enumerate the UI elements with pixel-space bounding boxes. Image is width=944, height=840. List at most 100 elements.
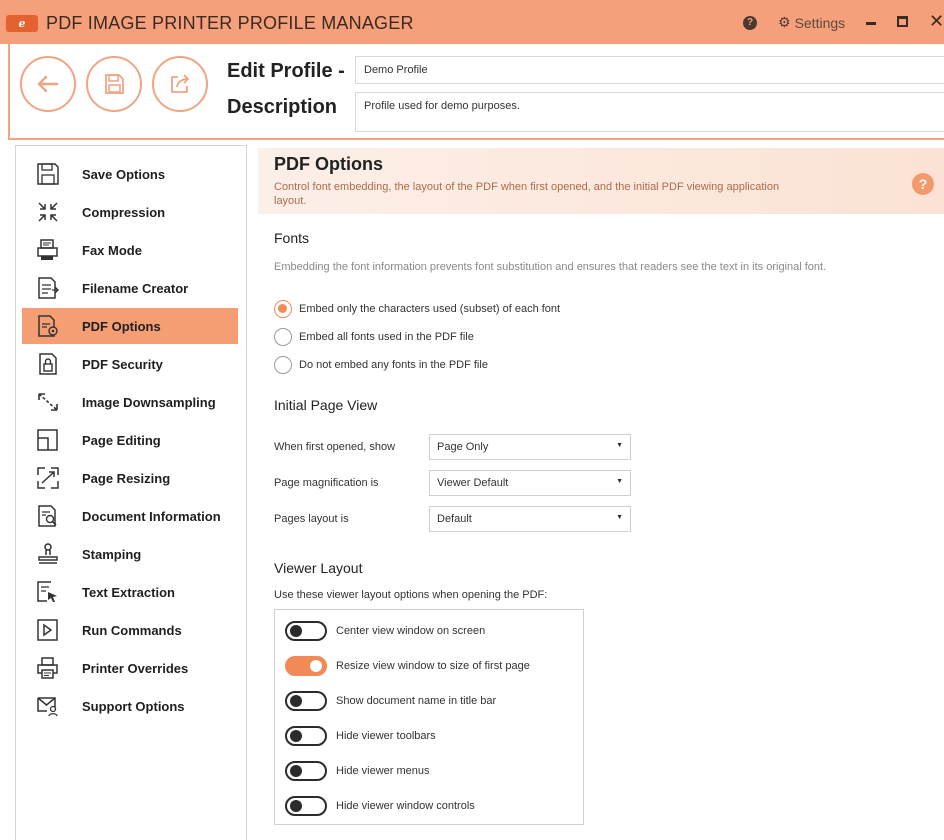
toggle-label: Hide viewer menus (336, 765, 430, 777)
sidebar-item-label: Stamping (82, 547, 142, 562)
radio-label: Embed only the characters used (subset) … (299, 303, 561, 315)
maximize-button[interactable] (897, 16, 908, 27)
toggle-resize-window[interactable]: Resize view window to size of first page (285, 655, 530, 677)
close-button[interactable]: ✕ (929, 11, 944, 31)
viewer-layout-title: Viewer Layout (274, 560, 363, 576)
toggle-hide-menus[interactable]: Hide viewer menus (285, 760, 430, 782)
arrow-left-icon (37, 75, 59, 93)
profile-name-input[interactable]: Demo Profile (355, 56, 944, 84)
radio-embed-none[interactable]: Do not embed any fonts in the PDF file (274, 354, 488, 376)
export-icon (171, 74, 189, 93)
fax-icon (37, 239, 58, 260)
sidebar-item-pdf-options[interactable]: PDF Options (22, 308, 238, 344)
floppy-icon (105, 74, 124, 94)
sidebar-item-text-extraction[interactable]: Text Extraction (22, 574, 238, 610)
back-button[interactable] (20, 56, 76, 112)
help-icon[interactable]: ? (912, 173, 934, 195)
magnification-label: Page magnification is (274, 477, 379, 489)
toggle-hide-toolbars[interactable]: Hide viewer toolbars (285, 725, 436, 747)
sidebar-item-save-options[interactable]: Save Options (22, 156, 238, 192)
toggle-show-doc-name[interactable]: Show document name in title bar (285, 690, 496, 712)
radio-embed-subset[interactable]: Embed only the characters used (subset) … (274, 298, 560, 320)
select-value: Page Only (437, 441, 489, 453)
toggle-label: Hide viewer toolbars (336, 730, 436, 742)
toggle-label: Resize view window to size of first page (336, 660, 530, 672)
pages-layout-label: Pages layout is (274, 513, 349, 525)
sidebar-nav: Save Options Compression Fax Mode Filena… (15, 145, 247, 840)
text-extract-icon (37, 581, 57, 602)
doc-info-icon (38, 505, 57, 527)
toggle-label: Hide viewer window controls (336, 800, 475, 812)
sidebar-item-image-downsampling[interactable]: Image Downsampling (22, 384, 238, 420)
sidebar-item-label: Page Editing (82, 433, 161, 448)
sidebar-item-page-resizing[interactable]: Page Resizing (22, 460, 238, 496)
viewer-layout-description: Use these viewer layout options when ope… (274, 589, 548, 601)
toggle-switch[interactable] (285, 761, 327, 781)
printer-icon (37, 657, 58, 679)
first-opened-label: When first opened, show (274, 441, 396, 453)
fonts-description: Embedding the font information prevents … (274, 261, 827, 273)
pdf-options-icon (38, 315, 58, 337)
sidebar-item-pdf-security[interactable]: PDF Security (22, 346, 238, 382)
radio-button[interactable] (274, 300, 292, 318)
chevron-down-icon: ▼ (616, 478, 623, 485)
sidebar-item-label: PDF Options (82, 319, 161, 334)
settings-button[interactable]: ⚙ Settings (778, 14, 845, 31)
stamp-icon (38, 543, 58, 564)
sidebar-item-label: PDF Security (82, 357, 163, 372)
toggle-switch[interactable] (285, 656, 327, 676)
radio-button[interactable] (274, 356, 292, 374)
viewer-layout-options: Center view window on screen Resize view… (274, 609, 584, 825)
sidebar-item-page-editing[interactable]: Page Editing (22, 422, 238, 458)
magnification-select[interactable]: Viewer Default ▼ (429, 470, 631, 496)
toggle-switch[interactable] (285, 621, 327, 641)
support-icon (37, 697, 58, 717)
sidebar-item-label: Page Resizing (82, 471, 171, 486)
initial-view-title: Initial Page View (274, 397, 378, 413)
sidebar-item-label: Compression (82, 205, 166, 220)
sidebar-item-document-information[interactable]: Document Information (22, 498, 238, 534)
toggle-switch[interactable] (285, 726, 327, 746)
sidebar-item-run-commands[interactable]: Run Commands (22, 612, 238, 648)
sidebar-item-label: Text Extraction (82, 585, 175, 600)
sidebar-item-label: Filename Creator (82, 281, 189, 296)
gear-icon: ⚙ (778, 14, 791, 30)
sidebar-item-compression[interactable]: Compression (22, 194, 238, 230)
toggle-hide-window-controls[interactable]: Hide viewer window controls (285, 795, 475, 817)
sidebar-item-label: Save Options (82, 167, 166, 182)
radio-button[interactable] (274, 328, 292, 346)
minimize-button[interactable] (866, 22, 876, 25)
sidebar-item-label: Support Options (82, 699, 185, 714)
app-title: PDF IMAGE PRINTER PROFILE MANAGER (46, 13, 414, 33)
toggle-label: Show document name in title bar (336, 695, 497, 707)
sidebar-item-stamping[interactable]: Stamping (22, 536, 238, 572)
toggle-switch[interactable] (285, 691, 327, 711)
sidebar-item-label: Printer Overrides (82, 661, 189, 676)
export-button[interactable] (152, 56, 208, 112)
pages-layout-select[interactable]: Default ▼ (429, 506, 631, 532)
select-value: Viewer Default (437, 477, 509, 489)
pdf-options-panel: PDF Options Control font embedding, the … (258, 140, 944, 840)
sidebar-item-label: Fax Mode (82, 243, 142, 258)
resize-icon (37, 467, 59, 489)
fonts-title: Fonts (274, 230, 310, 246)
chevron-down-icon: ▼ (616, 442, 623, 449)
sidebar-item-support-options[interactable]: Support Options (22, 688, 238, 724)
sidebar-item-fax-mode[interactable]: Fax Mode (22, 232, 238, 268)
radio-embed-all[interactable]: Embed all fonts used in the PDF file (274, 326, 474, 348)
description-input[interactable]: Profile used for demo purposes. (355, 92, 944, 132)
save-profile-button[interactable] (86, 56, 142, 112)
sidebar-item-filename-creator[interactable]: Filename Creator (22, 270, 238, 306)
section-header: PDF Options Control font embedding, the … (258, 148, 944, 214)
toggle-switch[interactable] (285, 796, 327, 816)
page-description: Control font embedding, the layout of th… (274, 181, 780, 207)
radio-label: Do not embed any fonts in the PDF file (299, 359, 488, 371)
description-label: Description (227, 96, 338, 118)
app-logo-icon: ℯ (6, 15, 38, 32)
toggle-center-window[interactable]: Center view window on screen (285, 620, 485, 642)
first-opened-select[interactable]: Page Only ▼ (429, 434, 631, 460)
help-icon[interactable]: ? (743, 16, 757, 30)
chevron-down-icon: ▼ (616, 514, 623, 521)
lock-icon (39, 353, 57, 375)
sidebar-item-printer-overrides[interactable]: Printer Overrides (22, 650, 238, 686)
